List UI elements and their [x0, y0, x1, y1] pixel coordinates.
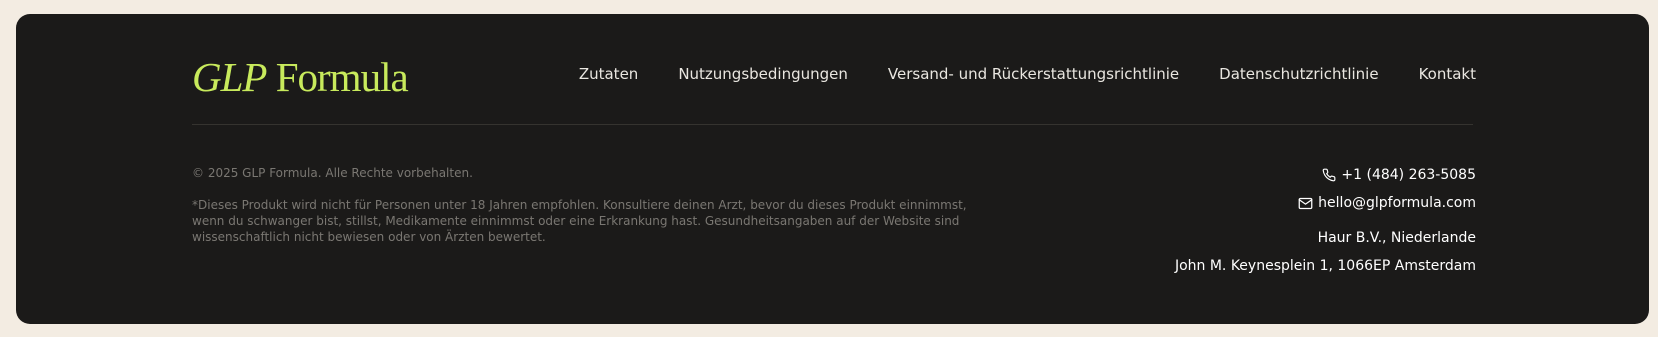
- address-row: John M. Keynesplein 1, 1066EP Amsterdam: [1175, 256, 1476, 276]
- company-name: Haur B.V., Niederlande: [1317, 230, 1476, 246]
- nav-link-zutaten[interactable]: Zutaten: [579, 64, 638, 84]
- copyright-text: © 2025 GLP Formula. Alle Rechte vorbehal…: [192, 166, 473, 180]
- mail-icon: [1298, 197, 1313, 210]
- nav-link-nutzungsbedingungen[interactable]: Nutzungsbedingungen: [678, 64, 848, 84]
- logo-text: Formula: [266, 54, 409, 100]
- phone-link[interactable]: +1 (484) 263-5085: [1341, 165, 1476, 185]
- nav-link-versand-rueckerstattung[interactable]: Versand- und Rückerstattungsrichtlinie: [888, 64, 1179, 84]
- email-row: hello@glpformula.com: [1175, 193, 1476, 213]
- logo-italic-text: GLP: [192, 54, 267, 100]
- contact-info: +1 (484) 263-5085 hello@glpformula.com H…: [1175, 165, 1476, 284]
- nav-link-kontakt[interactable]: Kontakt: [1419, 64, 1476, 84]
- phone-icon: [1322, 168, 1336, 182]
- company-row: Haur B.V., Niederlande: [1175, 228, 1476, 248]
- company-address: John M. Keynesplein 1, 1066EP Amsterdam: [1174, 258, 1476, 274]
- footer-divider: [192, 124, 1473, 125]
- health-disclaimer: *Dieses Produkt wird nicht für Personen …: [192, 198, 967, 244]
- email-link[interactable]: hello@glpformula.com: [1318, 193, 1476, 213]
- nav-link-datenschutz[interactable]: Datenschutzrichtlinie: [1219, 64, 1378, 84]
- footer-nav: Zutaten Nutzungsbedingungen Versand- und…: [579, 64, 1476, 84]
- site-footer: GLP Formula Zutaten Nutzungsbedingungen …: [16, 14, 1649, 324]
- brand-logo[interactable]: GLP Formula: [192, 52, 409, 102]
- phone-row: +1 (484) 263-5085: [1175, 165, 1476, 185]
